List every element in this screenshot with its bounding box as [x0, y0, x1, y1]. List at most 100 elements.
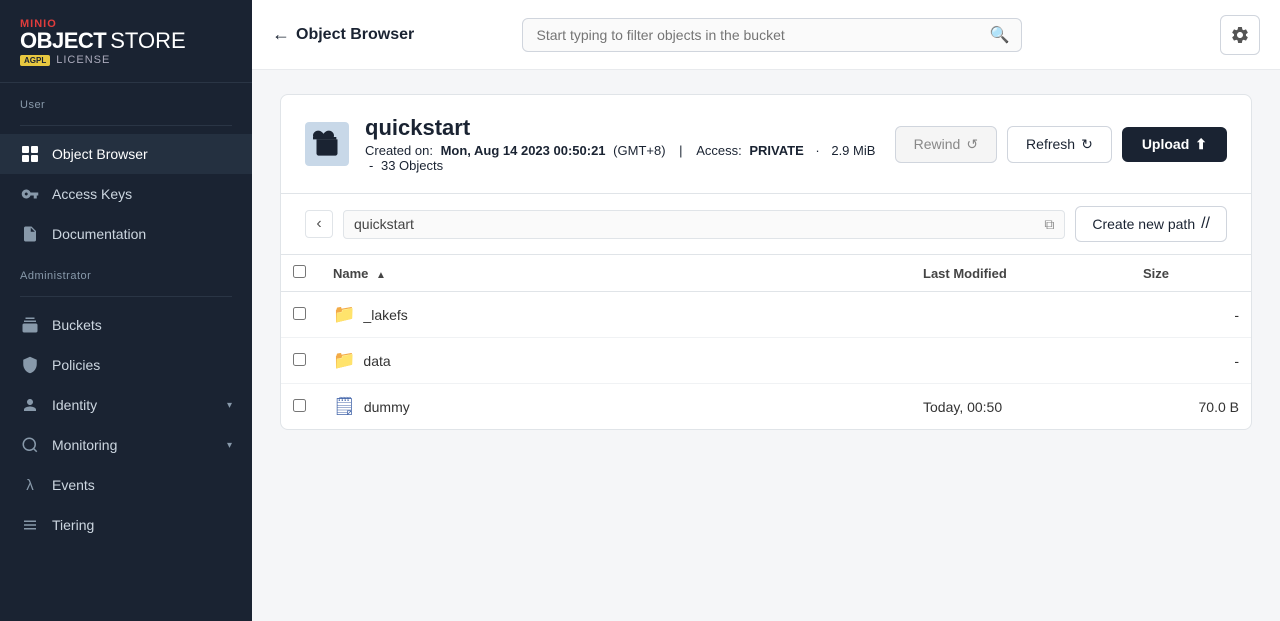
policies-label: Policies — [52, 357, 232, 373]
sidebar-item-monitoring[interactable]: Monitoring ▾ — [0, 425, 252, 465]
rewind-button[interactable]: Rewind ↺ — [895, 126, 997, 163]
row-name-cell-data[interactable]: 📁 data — [321, 338, 911, 384]
access-keys-label: Access Keys — [52, 186, 232, 202]
back-button[interactable]: ← Object Browser — [272, 24, 414, 45]
object-browser-label: Object Browser — [52, 146, 232, 162]
logo-agpl-badge: AGPL — [20, 55, 50, 66]
create-path-icon: // — [1201, 215, 1210, 233]
table-row: 🗒 dummy Today, 00:50 70.0 B — [281, 384, 1251, 430]
upload-button[interactable]: Upload ⬆ — [1122, 127, 1227, 162]
th-size: Size — [1131, 255, 1251, 292]
table-row: 📁 _lakefs - — [281, 292, 1251, 338]
bucket-icon — [305, 122, 349, 166]
access-label: Access: — [696, 143, 742, 158]
logo-object: OBJECT — [20, 30, 106, 52]
upload-label: Upload — [1142, 136, 1189, 152]
identity-icon — [20, 395, 40, 415]
bucket-card: quickstart Created on: Mon, Aug 14 2023 … — [280, 94, 1252, 430]
buckets-icon — [20, 315, 40, 335]
bucket-header: quickstart Created on: Mon, Aug 14 2023 … — [281, 95, 1251, 194]
th-select-all — [281, 255, 321, 292]
upload-icon: ⬆ — [1195, 136, 1207, 153]
logo-license-text: LICENSE — [56, 54, 110, 66]
th-name[interactable]: Name ▲ — [321, 255, 911, 292]
sidebar-item-documentation[interactable]: Documentation — [0, 214, 252, 254]
sidebar-item-identity[interactable]: Identity ▾ — [0, 385, 252, 425]
sidebar-divider-user — [20, 125, 232, 126]
sidebar: MINIO OBJECT STORE AGPL LICENSE User Obj… — [0, 0, 252, 621]
row-checkbox-lakefs[interactable] — [293, 307, 306, 320]
settings-button[interactable] — [1220, 15, 1260, 55]
monitoring-icon — [20, 435, 40, 455]
sidebar-item-object-browser[interactable]: Object Browser — [0, 134, 252, 174]
events-icon: λ — [20, 475, 40, 495]
bucket-size: 2.9 MiB — [831, 143, 875, 158]
path-bar: ‹ quickstart ⧉ Create new path // — [281, 194, 1251, 255]
access-value: PRIVATE — [749, 143, 803, 158]
file-name-lakefs: _lakefs — [363, 307, 407, 323]
create-new-path-button[interactable]: Create new path // — [1075, 206, 1227, 242]
identity-label: Identity — [52, 397, 215, 413]
sidebar-item-policies[interactable]: Policies — [0, 345, 252, 385]
bucket-info: quickstart Created on: Mon, Aug 14 2023 … — [365, 115, 879, 173]
back-arrow-icon: ← — [272, 24, 290, 45]
row-checkbox-cell — [281, 292, 321, 338]
row-size-lakefs: - — [1131, 292, 1251, 338]
row-name-cell-dummy[interactable]: 🗒 dummy — [321, 384, 911, 430]
copy-path-icon[interactable]: ⧉ — [1044, 216, 1054, 233]
sort-arrow-icon: ▲ — [376, 270, 386, 281]
policies-icon — [20, 355, 40, 375]
row-checkbox-dummy[interactable] — [293, 399, 306, 412]
main-content: ← Object Browser 🔍 — [252, 0, 1280, 621]
user-section-label: User — [0, 83, 252, 117]
admin-section-label: Administrator — [0, 254, 252, 288]
sidebar-item-tiering[interactable]: Tiering — [0, 505, 252, 545]
events-label: Events — [52, 477, 232, 493]
sidebar-item-buckets[interactable]: Buckets — [0, 305, 252, 345]
path-back-button[interactable]: ‹ — [305, 210, 333, 238]
access-keys-icon — [20, 184, 40, 204]
file-name-dummy: dummy — [364, 399, 410, 415]
current-path: quickstart — [354, 216, 1044, 232]
rewind-icon: ↺ — [966, 136, 978, 153]
timezone: (GMT+8) — [613, 143, 665, 158]
row-size-data: - — [1131, 338, 1251, 384]
select-all-checkbox[interactable] — [293, 265, 306, 278]
row-modified-data — [911, 338, 1131, 384]
logo-store: STORE — [110, 30, 185, 52]
bucket-actions: Rewind ↺ Refresh ↻ Upload ⬆ — [895, 126, 1227, 163]
search-icon: 🔍 — [990, 25, 1010, 45]
table-row: 📁 data - — [281, 338, 1251, 384]
row-checkbox-data[interactable] — [293, 353, 306, 366]
row-modified-dummy: Today, 00:50 — [911, 384, 1131, 430]
row-name-cell-lakefs[interactable]: 📁 _lakefs — [321, 292, 911, 338]
refresh-label: Refresh — [1026, 136, 1075, 152]
page-title: Object Browser — [296, 26, 414, 44]
buckets-label: Buckets — [52, 317, 232, 333]
rewind-label: Rewind — [914, 136, 961, 152]
file-icon-dummy: 🗒 — [333, 396, 356, 417]
refresh-icon: ↻ — [1081, 136, 1093, 153]
documentation-label: Documentation — [52, 226, 232, 242]
documentation-icon — [20, 224, 40, 244]
sidebar-divider-admin — [20, 296, 232, 297]
search-bar: 🔍 — [522, 18, 1022, 52]
refresh-button[interactable]: Refresh ↻ — [1007, 126, 1112, 163]
sidebar-item-events[interactable]: λ Events — [0, 465, 252, 505]
bucket-meta: Created on: Mon, Aug 14 2023 00:50:21 (G… — [365, 143, 879, 173]
file-name-data: data — [363, 353, 390, 369]
create-path-label: Create new path — [1092, 216, 1195, 232]
th-name-label: Name — [333, 266, 368, 281]
th-last-modified: Last Modified — [911, 255, 1131, 292]
path-input-wrap: quickstart ⧉ — [343, 210, 1065, 239]
created-date: Mon, Aug 14 2023 00:50:21 — [441, 143, 606, 158]
row-size-dummy: 70.0 B — [1131, 384, 1251, 430]
app-logo: MINIO OBJECT STORE AGPL LICENSE — [0, 0, 252, 83]
row-checkbox-cell — [281, 338, 321, 384]
bucket-name: quickstart — [365, 115, 879, 141]
identity-chevron: ▾ — [227, 400, 232, 411]
top-header: ← Object Browser 🔍 — [252, 0, 1280, 70]
sidebar-item-access-keys[interactable]: Access Keys — [0, 174, 252, 214]
search-input[interactable] — [522, 18, 1022, 52]
tiering-label: Tiering — [52, 517, 232, 533]
